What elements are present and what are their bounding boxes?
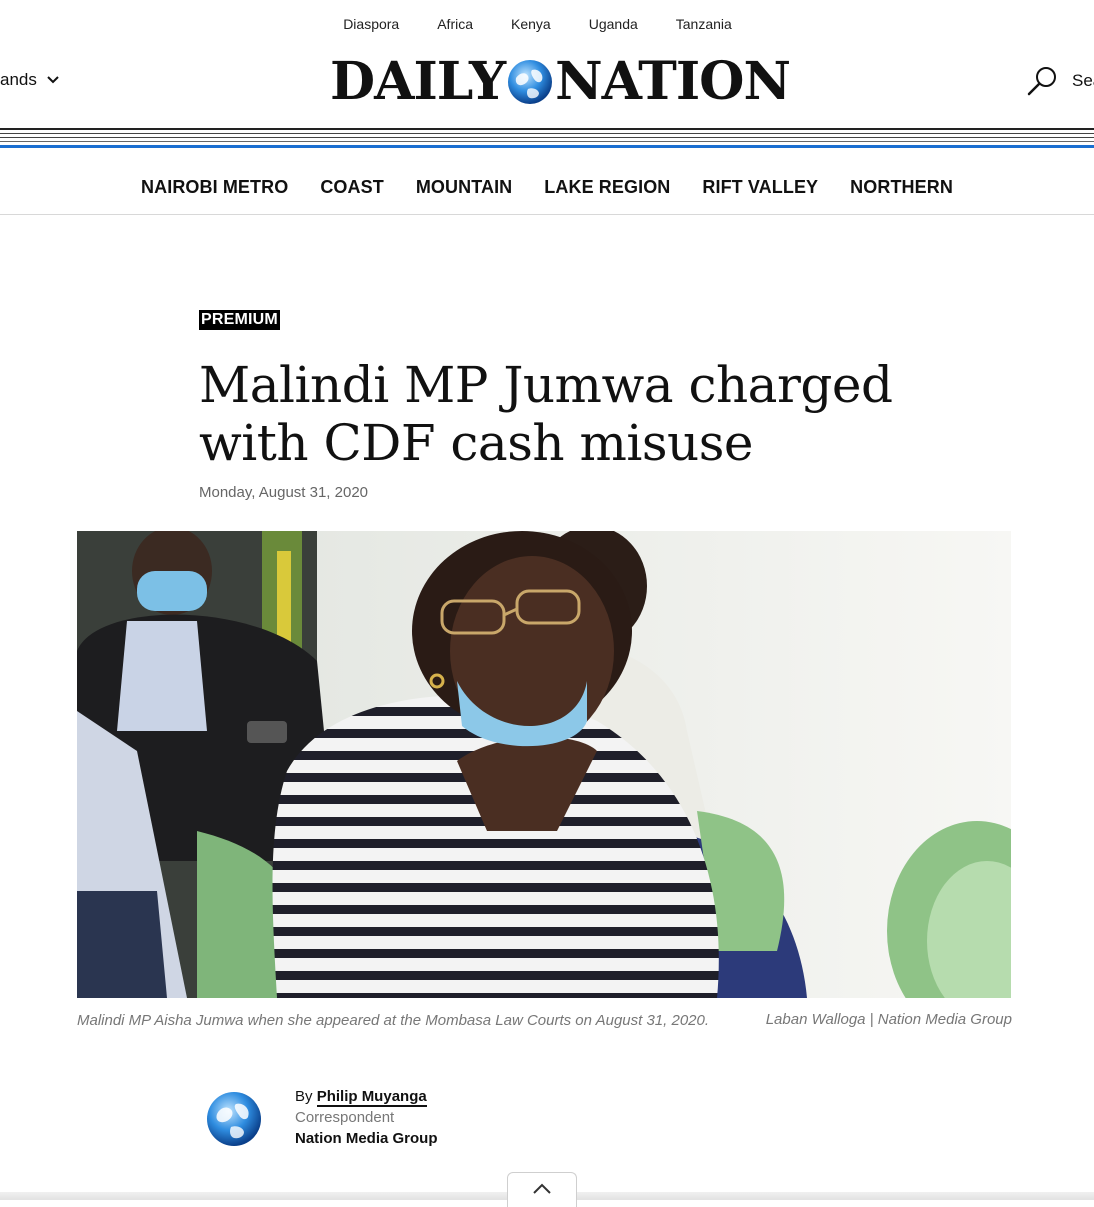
article-headline: Malindi MP Jumwa charged with CDF cash m… — [199, 356, 893, 472]
search-icon — [1027, 67, 1056, 96]
nav-item-mountain[interactable]: MOUNTAIN — [416, 177, 512, 198]
article-photo — [77, 531, 1011, 998]
chevron-up-icon — [533, 1183, 551, 1194]
nav-item-nairobi-metro[interactable]: NAIROBI METRO — [141, 177, 288, 198]
region-link-uganda[interactable]: Uganda — [589, 16, 638, 32]
article-date: Monday, August 31, 2020 — [199, 484, 369, 501]
globe-icon — [508, 60, 553, 104]
logo-text-daily: DAILY — [330, 51, 506, 112]
author-organization: Nation Media Group — [295, 1130, 438, 1147]
region-links: Diaspora Africa Kenya Uganda Tanzania — [0, 16, 1094, 32]
logo-text-nation: NATION — [555, 51, 791, 112]
premium-badge: PREMIUM — [199, 310, 280, 330]
region-link-kenya[interactable]: Kenya — [511, 16, 551, 32]
site-logo[interactable]: DAILY NATION — [330, 51, 791, 112]
section-nav: NAIROBI METRO COAST MOUNTAIN LAKE REGION… — [0, 160, 1094, 215]
region-link-diaspora[interactable]: Diaspora — [343, 16, 399, 32]
byline-prefix: By — [295, 1088, 313, 1105]
nav-item-coast[interactable]: COAST — [320, 177, 384, 198]
header-divider — [0, 128, 1094, 148]
author-role: Correspondent — [295, 1109, 395, 1126]
chevron-down-icon — [47, 76, 59, 84]
author-avatar — [207, 1092, 261, 1146]
photo-caption: Malindi MP Aisha Jumwa when she appeared… — [77, 1012, 710, 1029]
author-link[interactable]: Philip Muyanga — [316, 1088, 427, 1107]
article-photo-illustration — [77, 531, 1011, 998]
search-button[interactable]: Sea — [1026, 64, 1094, 98]
nav-item-rift-valley[interactable]: RIFT VALLEY — [702, 177, 818, 198]
search-label: Sea — [1072, 71, 1094, 90]
photo-credit: Laban Walloga | Nation Media Group — [765, 1011, 1012, 1028]
brands-dropdown[interactable]: ands — [0, 70, 59, 90]
brands-label: ands — [0, 70, 37, 89]
scroll-up-button[interactable] — [507, 1172, 577, 1207]
byline: By Philip Muyanga Correspondent Nation M… — [295, 1086, 438, 1149]
region-link-africa[interactable]: Africa — [437, 16, 473, 32]
nav-item-northern[interactable]: NORTHERN — [850, 177, 953, 198]
region-link-tanzania[interactable]: Tanzania — [676, 16, 732, 32]
nav-item-lake-region[interactable]: LAKE REGION — [544, 177, 670, 198]
